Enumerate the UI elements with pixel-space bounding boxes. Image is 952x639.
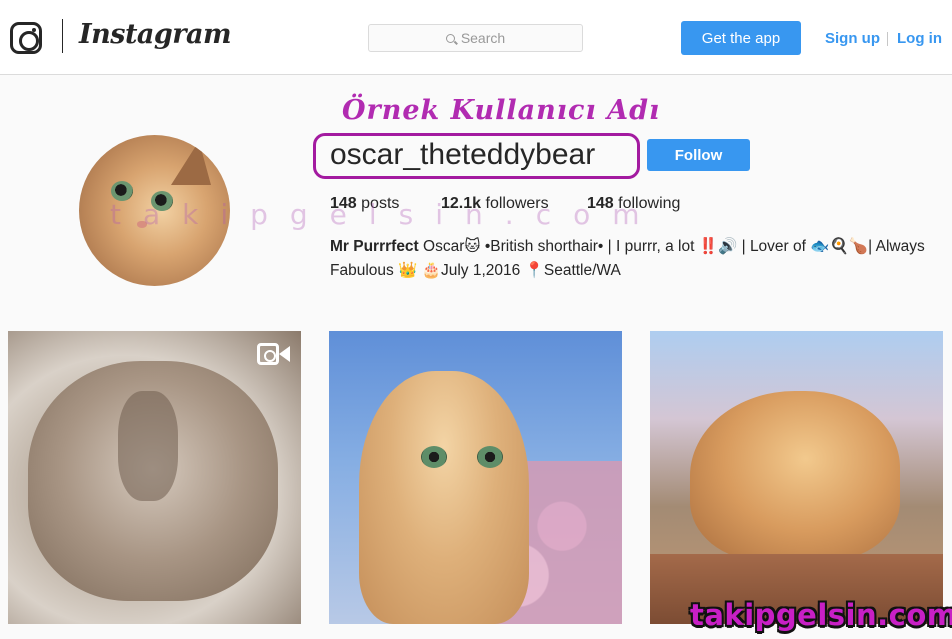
post-thumbnail[interactable] — [329, 331, 622, 624]
example-username-caption: Örnek Kullanıcı Adı — [342, 95, 661, 126]
follow-button[interactable]: Follow — [647, 139, 750, 171]
instagram-wordmark[interactable]: Instagram — [79, 19, 232, 50]
profile-avatar[interactable] — [79, 135, 230, 286]
get-the-app-button[interactable]: Get the app — [681, 21, 801, 55]
search-icon — [445, 33, 455, 43]
profile-full-name: Mr Purrrfect — [330, 238, 419, 255]
video-camera-icon — [257, 343, 291, 365]
followers-count: 12.1k — [441, 195, 482, 212]
posts-stat: 148 posts — [330, 195, 399, 213]
top-navigation-bar: Instagram Search Get the app Sign up Log… — [0, 0, 952, 75]
posts-count: 148 — [330, 195, 357, 212]
cat-eye — [477, 446, 503, 468]
avatar-cat-nose — [137, 221, 147, 228]
search-input[interactable]: Search — [368, 24, 583, 52]
cat-photo — [690, 391, 900, 561]
brand-stamp: takipgelsin.com — [690, 598, 952, 632]
followers-label: followers — [485, 195, 549, 212]
logo-divider — [62, 19, 63, 53]
post-thumbnail[interactable] — [8, 331, 301, 624]
avatar-cat-eye — [151, 191, 173, 211]
cat-photo — [359, 371, 529, 624]
profile-bio: Mr Purrrfect Oscar🐱 •British shorthair• … — [330, 235, 940, 283]
sign-up-link[interactable]: Sign up — [825, 30, 880, 47]
avatar-cat-eye — [111, 181, 133, 201]
profile-username: oscar_theteddybear — [330, 138, 596, 171]
auth-separator — [887, 32, 888, 46]
following-stat[interactable]: 148 following — [587, 195, 680, 213]
cat-fur-stripe — [118, 391, 178, 501]
followers-stat[interactable]: 12.1k followers — [441, 195, 549, 213]
following-count: 148 — [587, 195, 614, 212]
cat-eye — [421, 446, 447, 468]
posts-label: posts — [361, 195, 400, 212]
following-label: following — [618, 195, 681, 212]
search-placeholder: Search — [460, 30, 506, 46]
avatar-cat-ear — [171, 141, 211, 185]
instagram-camera-icon[interactable] — [10, 22, 42, 54]
log-in-link[interactable]: Log in — [897, 30, 942, 47]
bio-text: Oscar🐱 •British shorthair• | I purrr, a … — [330, 238, 925, 279]
post-thumbnail[interactable] — [650, 331, 943, 624]
